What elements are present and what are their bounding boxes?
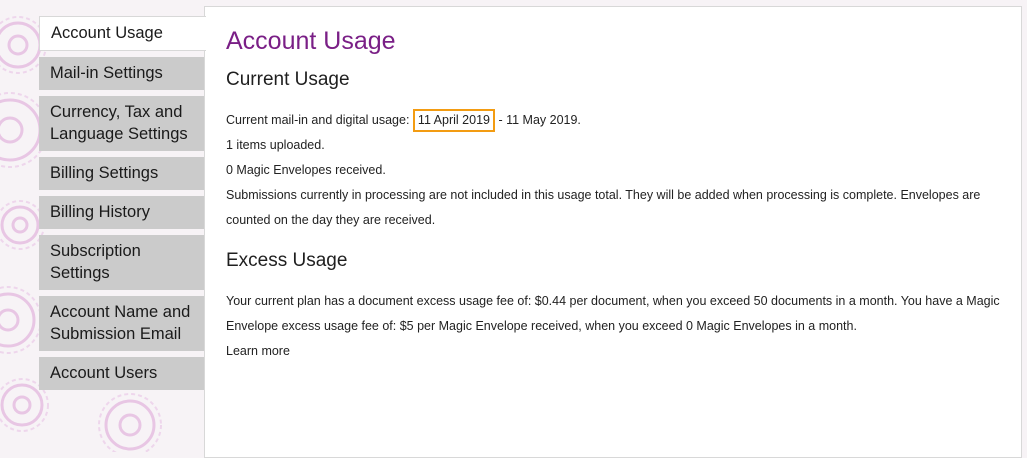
sidebar-item-currency-tax-language[interactable]: Currency, Tax and Language Settings	[39, 96, 205, 151]
items-uploaded: 1 items uploaded.	[226, 138, 325, 152]
sidebar-item-account-usage[interactable]: Account Usage	[39, 16, 206, 51]
sidebar-item-account-users[interactable]: Account Users	[39, 357, 205, 390]
processing-note-line-1: Submissions currently in processing are …	[226, 188, 981, 202]
sidebar-item-billing-settings[interactable]: Billing Settings	[39, 157, 205, 190]
processing-note-line-2: counted on the day they are received.	[226, 213, 436, 227]
page-title: Account Usage	[226, 27, 396, 55]
sidebar-item-subscription-settings[interactable]: Subscription Settings	[39, 235, 205, 290]
excess-fee-line-1: Your current plan has a document excess …	[226, 294, 1000, 308]
sidebar-item-mail-in-settings[interactable]: Mail-in Settings	[39, 57, 205, 90]
account-usage-panel: Account Usage Current Usage Current mail…	[204, 6, 1022, 458]
settings-sidebar: Account Usage Mail-in Settings Currency,…	[39, 16, 206, 396]
sidebar-item-account-name-email[interactable]: Account Name and Submission Email	[39, 296, 205, 351]
excess-usage-heading: Excess Usage	[226, 250, 348, 271]
usage-period-end: - 11 May 2019.	[494, 113, 581, 127]
usage-period: Current mail-in and digital usage: 11 Ap…	[226, 109, 581, 132]
envelopes-received: 0 Magic Envelopes received.	[226, 163, 386, 177]
usage-period-start: 11 April 2019	[412, 109, 495, 132]
excess-fee-line-2: Envelope excess usage fee of: $5 per Mag…	[226, 319, 857, 333]
learn-more-link[interactable]: Learn more	[226, 344, 290, 358]
sidebar-item-billing-history[interactable]: Billing History	[39, 196, 205, 229]
usage-period-prefix: Current mail-in and digital usage:	[226, 113, 410, 127]
current-usage-heading: Current Usage	[226, 69, 350, 90]
